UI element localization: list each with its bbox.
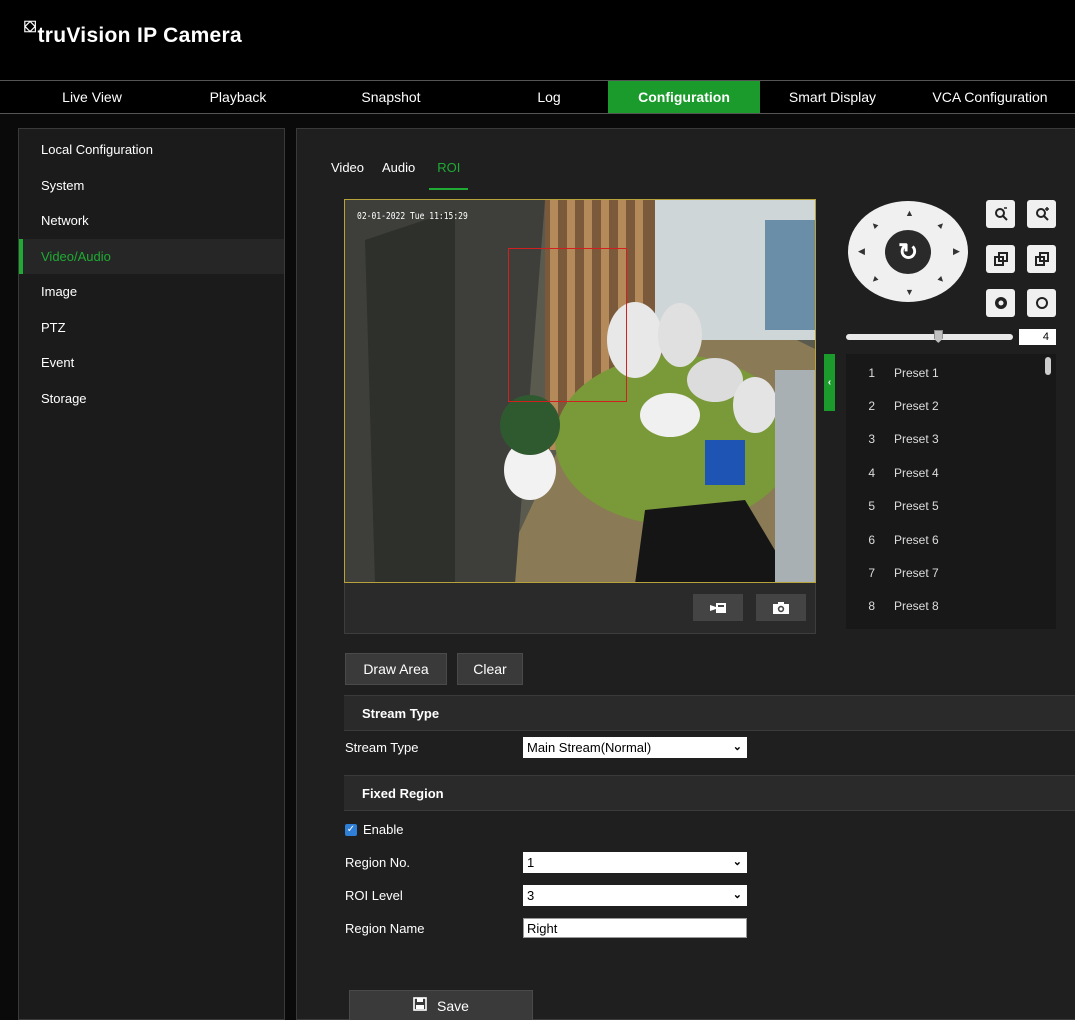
- record-video-icon[interactable]: [693, 594, 743, 621]
- focus-near-icon[interactable]: [986, 245, 1015, 273]
- ptz-down-icon[interactable]: ▼: [905, 287, 914, 297]
- preset-row[interactable]: 5 Preset 5: [846, 490, 1056, 523]
- sidebar-item-video-audio[interactable]: Video/Audio: [19, 238, 284, 274]
- preset-list: 1 Preset 1 2 Preset 2 3 Preset 3 4 Preset 4 …: [846, 354, 1056, 629]
- preset-number: 8: [868, 599, 875, 614]
- save-icon: [413, 997, 427, 1014]
- preset-number: 1: [868, 365, 875, 380]
- preset-name: Preset 8: [894, 599, 939, 614]
- sidebar-item-local-configuration[interactable]: Local Configuration: [19, 132, 284, 168]
- save-button[interactable]: Save: [349, 990, 533, 1020]
- ptz-up-icon[interactable]: ▲: [905, 208, 914, 218]
- header: ⛋truVision IP Camera: [0, 0, 1075, 80]
- tab-audio[interactable]: Audio: [382, 157, 415, 190]
- stream-type-label: Stream Type: [345, 740, 419, 755]
- iris-open-icon[interactable]: [1027, 289, 1056, 317]
- stream-type-heading: Stream Type: [344, 695, 1075, 731]
- iris-close-icon[interactable]: [986, 289, 1015, 317]
- region-no-label: Region No.: [345, 855, 411, 870]
- camera-icon[interactable]: [756, 594, 806, 621]
- sidebar-item-storage[interactable]: Storage: [19, 381, 284, 417]
- roi-level-label: ROI Level: [345, 888, 403, 903]
- main-panel: Video Audio ROI 02-01-2022 Tue 11:15:29 …: [296, 128, 1075, 1020]
- preset-number: 4: [868, 465, 875, 480]
- roi-level-select[interactable]: 3 ⌄: [523, 885, 747, 906]
- ptz-right-icon[interactable]: ▶: [953, 246, 960, 257]
- preset-row[interactable]: 4 Preset 4: [846, 456, 1056, 489]
- logo-mark-icon: ⛋: [24, 19, 37, 36]
- nav-configuration[interactable]: Configuration: [608, 81, 760, 113]
- live-video-view[interactable]: 02-01-2022 Tue 11:15:29: [344, 199, 816, 583]
- preset-name: Preset 7: [894, 566, 939, 581]
- enable-label: Enable: [363, 822, 404, 837]
- stream-type-select[interactable]: Main Stream(Normal) ⌄: [523, 737, 747, 758]
- zoom-in-icon[interactable]: [1027, 200, 1056, 228]
- preset-number: 6: [868, 532, 875, 547]
- app-title: truVision IP Camera: [37, 24, 242, 47]
- preset-number: 7: [868, 566, 875, 581]
- preset-row[interactable]: 3 Preset 3: [846, 423, 1056, 456]
- nav-vca-configuration[interactable]: VCA Configuration: [905, 81, 1075, 113]
- sidebar-item-image[interactable]: Image: [19, 274, 284, 310]
- ptz-speed-value: 4: [1019, 329, 1056, 345]
- sidebar: Local Configuration System Network Video…: [18, 128, 285, 1020]
- nav-log[interactable]: Log: [490, 81, 608, 113]
- enable-checkbox[interactable]: ✓: [345, 824, 357, 836]
- roi-region-box[interactable]: [508, 248, 627, 402]
- ptz-left-icon[interactable]: ◀: [858, 246, 865, 257]
- preset-number: 3: [868, 432, 875, 447]
- video-toolbar: [344, 583, 816, 634]
- chevron-down-icon: ⌄: [732, 856, 742, 868]
- preset-collapse-button[interactable]: ‹: [824, 354, 835, 411]
- preset-name: Preset 3: [894, 432, 939, 447]
- focus-far-icon[interactable]: [1027, 245, 1056, 273]
- preset-name: Preset 5: [894, 499, 939, 514]
- ptz-speed-slider-handle[interactable]: [933, 330, 943, 343]
- preset-name: Preset 1: [894, 365, 939, 380]
- region-name-label: Region Name: [345, 921, 425, 936]
- preset-name: Preset 4: [894, 465, 939, 480]
- ptz-auto-scan-icon[interactable]: ↻: [882, 227, 934, 277]
- chevron-down-icon: ⌄: [732, 889, 742, 901]
- nav-live-view[interactable]: Live View: [0, 81, 184, 113]
- region-name-input[interactable]: Right: [523, 918, 747, 938]
- preset-scrollbar[interactable]: [1045, 357, 1051, 375]
- sub-tabs: Video Audio ROI: [331, 157, 486, 190]
- nav-smart-display[interactable]: Smart Display: [760, 81, 905, 113]
- tab-video[interactable]: Video: [331, 157, 364, 190]
- preset-row[interactable]: 7 Preset 7: [846, 556, 1056, 589]
- sidebar-item-ptz[interactable]: PTZ: [19, 310, 284, 346]
- region-no-value: 1: [527, 855, 535, 870]
- preset-row[interactable]: 2 Preset 2: [846, 389, 1056, 422]
- draw-area-button[interactable]: Draw Area: [345, 653, 447, 685]
- save-label: Save: [437, 997, 469, 1014]
- preset-name: Preset 2: [894, 399, 939, 414]
- sidebar-item-system[interactable]: System: [19, 168, 284, 204]
- preset-row[interactable]: 1 Preset 1: [846, 356, 1056, 389]
- roi-level-value: 3: [527, 888, 535, 903]
- top-navigation: Live View Playback Snapshot Log Configur…: [0, 80, 1075, 114]
- sidebar-item-event[interactable]: Event: [19, 345, 284, 381]
- stream-type-value: Main Stream(Normal): [527, 740, 652, 755]
- osd-timestamp: 02-01-2022 Tue 11:15:29: [357, 211, 468, 222]
- preset-row[interactable]: 8 Preset 8: [846, 590, 1056, 623]
- zoom-out-icon[interactable]: [986, 200, 1015, 228]
- app-logo: ⛋truVision IP Camera: [24, 19, 242, 48]
- preset-name: Preset 6: [894, 532, 939, 547]
- preset-number: 2: [868, 399, 875, 414]
- nav-snapshot[interactable]: Snapshot: [292, 81, 490, 113]
- tab-roi[interactable]: ROI: [429, 157, 469, 190]
- region-no-select[interactable]: 1 ⌄: [523, 852, 747, 873]
- preset-number: 5: [868, 499, 875, 514]
- fixed-region-heading: Fixed Region: [344, 775, 1075, 811]
- chevron-down-icon: ⌄: [732, 741, 742, 753]
- nav-playback[interactable]: Playback: [184, 81, 292, 113]
- sidebar-item-network[interactable]: Network: [19, 203, 284, 239]
- clear-button[interactable]: Clear: [457, 653, 523, 685]
- ptz-speed-slider[interactable]: [846, 334, 1013, 340]
- preset-row[interactable]: 6 Preset 6: [846, 523, 1056, 556]
